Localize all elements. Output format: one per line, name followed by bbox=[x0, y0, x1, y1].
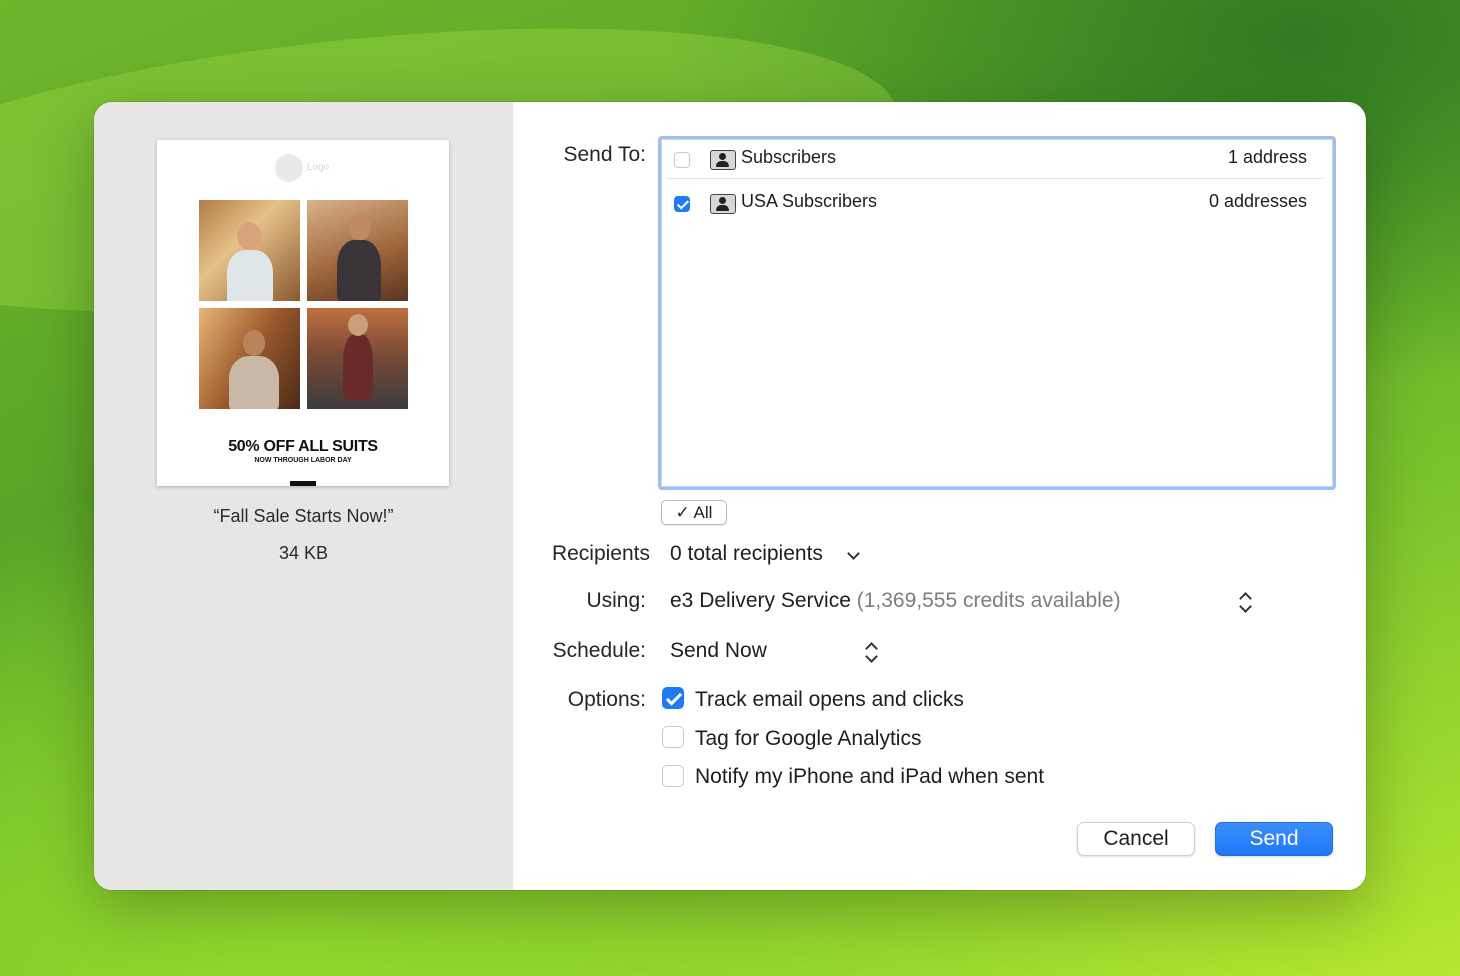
send-to-label: Send To: bbox=[563, 143, 646, 166]
mailing-list-table[interactable]: Subscribers 1 address USA Subscribers 0 … bbox=[658, 136, 1336, 490]
using-label: Using: bbox=[586, 589, 646, 612]
list-name: USA Subscribers bbox=[741, 191, 878, 211]
up-down-arrows-icon[interactable] bbox=[1238, 591, 1252, 613]
preview-footer-bar bbox=[290, 481, 316, 486]
list-row-subscribers[interactable]: Subscribers 1 address bbox=[661, 141, 1321, 181]
photo-4 bbox=[307, 308, 408, 409]
credits-available: (1,369,555 credits available) bbox=[856, 589, 1121, 612]
preview-subheadline: NOW THROUGH LABOR DAY bbox=[254, 457, 352, 464]
schedule-popup[interactable]: Send Now bbox=[670, 639, 767, 663]
logo-text: Logo bbox=[307, 162, 330, 173]
list-count: 0 addresses bbox=[1208, 191, 1307, 211]
send-button[interactable]: Send bbox=[1215, 822, 1333, 856]
contact-group-icon bbox=[710, 150, 736, 170]
select-all-button[interactable]: ✓ All bbox=[661, 500, 727, 525]
delivery-service-name: e3 Delivery Service bbox=[670, 589, 851, 612]
logo-placeholder-icon bbox=[275, 154, 303, 182]
list-row-usa-subscribers[interactable]: USA Subscribers 0 addresses bbox=[661, 185, 1321, 225]
photo-2 bbox=[307, 200, 408, 301]
preview-sidebar: Logo 50% OFF ALL SUITS NOW THROUGH LABOR… bbox=[94, 102, 513, 890]
photo-1 bbox=[199, 200, 300, 301]
delivery-service-popup[interactable]: e3 Delivery Service (1,369,555 credits a… bbox=[670, 589, 1121, 613]
list-name: Subscribers bbox=[741, 147, 837, 167]
contact-group-icon bbox=[710, 194, 736, 214]
list-checkbox-usa-subscribers[interactable] bbox=[674, 196, 690, 212]
schedule-label: Schedule: bbox=[552, 639, 646, 662]
schedule-value: Send Now bbox=[670, 639, 767, 662]
google-analytics-label[interactable]: Tag for Google Analytics bbox=[695, 727, 921, 751]
options-label: Options: bbox=[567, 688, 646, 711]
email-preview-thumbnail[interactable]: Logo 50% OFF ALL SUITS NOW THROUGH LABOR… bbox=[157, 140, 449, 486]
list-count: 1 address bbox=[1227, 147, 1307, 167]
track-opens-checkbox[interactable] bbox=[662, 687, 684, 709]
row-divider bbox=[667, 178, 1323, 179]
email-name: “Fall Sale Starts Now!” bbox=[213, 506, 394, 526]
list-checkbox-subscribers[interactable] bbox=[674, 152, 690, 168]
up-down-arrows-icon[interactable] bbox=[864, 641, 878, 663]
google-analytics-checkbox[interactable] bbox=[662, 726, 684, 748]
track-opens-label[interactable]: Track email opens and clicks bbox=[695, 688, 964, 712]
chevron-down-icon[interactable] bbox=[847, 547, 860, 560]
recipients-value: 0 total recipients bbox=[670, 542, 823, 565]
notify-devices-checkbox[interactable] bbox=[662, 765, 684, 787]
email-size: 34 KB bbox=[278, 543, 329, 563]
preview-headline: 50% OFF ALL SUITS bbox=[228, 438, 378, 455]
recipients-disclosure[interactable]: 0 total recipients bbox=[670, 542, 823, 566]
photo-3 bbox=[199, 308, 300, 409]
cancel-button[interactable]: Cancel bbox=[1077, 822, 1195, 856]
send-dialog: Logo 50% OFF ALL SUITS NOW THROUGH LABOR… bbox=[94, 102, 1366, 890]
notify-devices-label[interactable]: Notify my iPhone and iPad when sent bbox=[695, 765, 1044, 789]
recipients-label: Recipients bbox=[551, 542, 650, 565]
